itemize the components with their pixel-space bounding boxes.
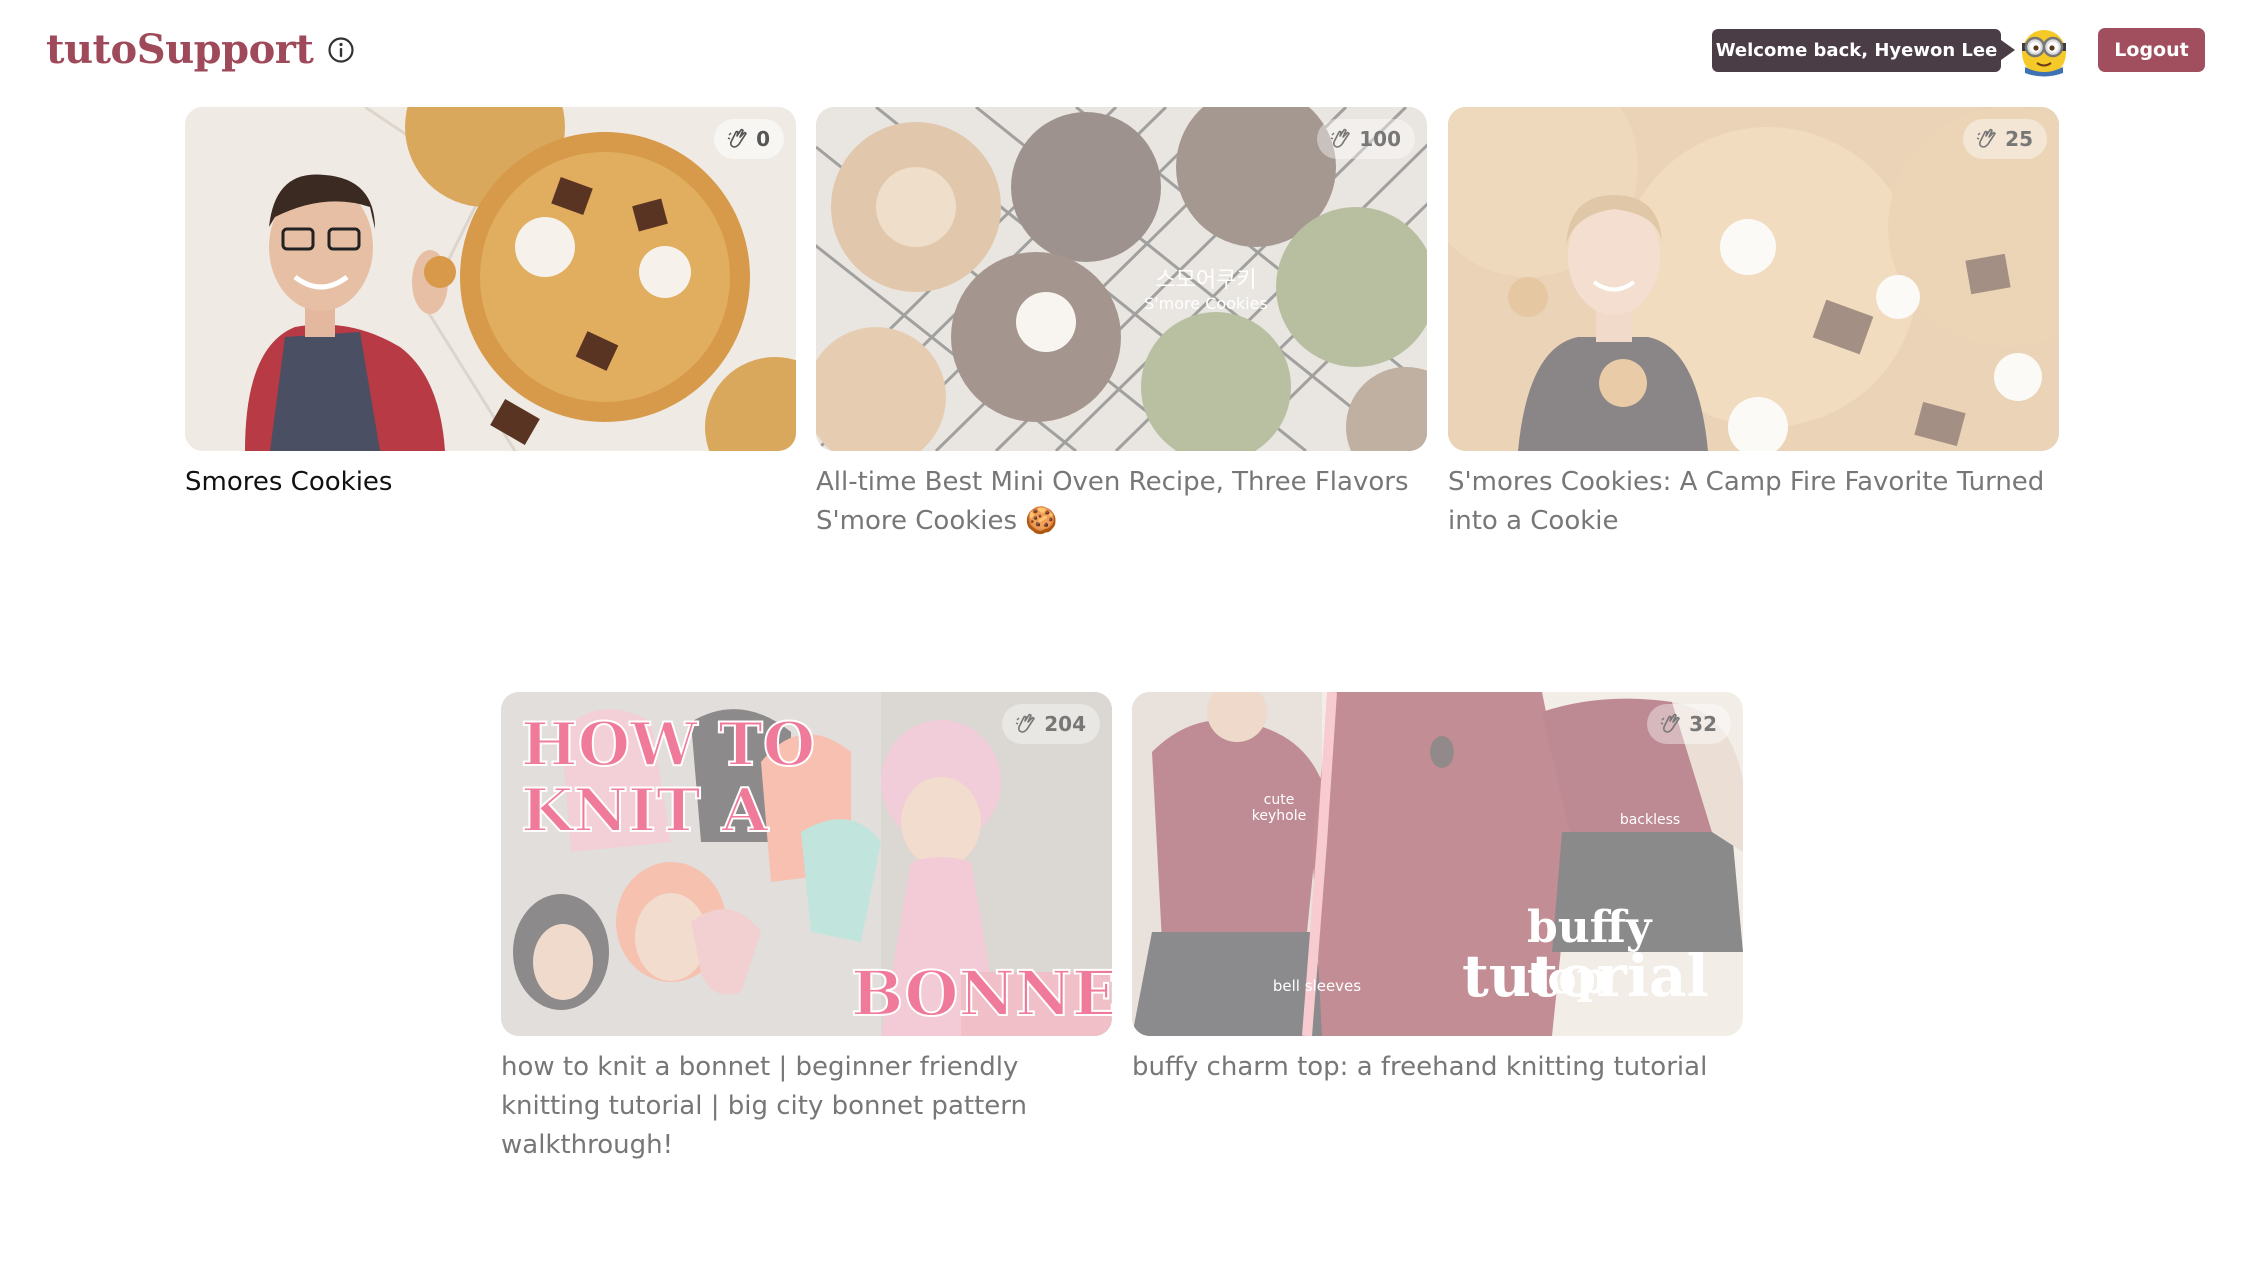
video-title[interactable]: S'mores Cookies: A Camp Fire Favorite Tu… [1448, 463, 2059, 541]
clapping-hands-icon [1976, 128, 1996, 148]
clap-count: 0 [756, 127, 770, 151]
thumbnail-note-2: backless [1619, 812, 1681, 828]
clapping-hands-icon [1015, 713, 1036, 733]
video-thumbnail[interactable]: buffy top tutorial cute keyhole backless… [1132, 692, 1743, 1036]
thumbnail-note-1: cute keyhole [1251, 792, 1307, 824]
clap-count: 204 [1044, 712, 1086, 736]
clap-count-badge: 25 [1963, 119, 2047, 159]
thumbnail-caption-bottom: BONNET! [850, 956, 1112, 1031]
video-thumbnail[interactable]: 0 [185, 107, 796, 451]
logout-button[interactable]: Logout [2098, 28, 2205, 72]
thumbnail-caption-english: S'more Cookies [1144, 294, 1268, 313]
clap-count-badge: 0 [714, 119, 784, 159]
cookie-woman-thumbnail [1448, 107, 2059, 451]
video-card[interactable]: 0 Smores Cookies [185, 107, 796, 502]
video-title[interactable]: how to knit a bonnet | beginner friendly… [501, 1048, 1112, 1165]
info-circle-icon[interactable] [327, 36, 355, 64]
video-thumbnail[interactable]: 25 [1448, 107, 2059, 451]
thumbnail-note-3: bell sleeves [1272, 977, 1362, 995]
clap-count-badge: 100 [1317, 119, 1415, 159]
welcome-message: Welcome back, Hyewon Lee [1712, 29, 2015, 72]
video-card[interactable]: HOW TO KNIT A BONNET! 204 how to knit a … [501, 692, 1112, 1165]
clapping-hands-icon [1330, 128, 1351, 148]
thumbnail-caption: 스모어쿠키 S'more Cookies [1116, 262, 1296, 313]
minion-avatar-icon[interactable] [2017, 23, 2071, 77]
logo-text[interactable]: tutoSupport [46, 26, 314, 73]
video-title[interactable]: All-time Best Mini Oven Recipe, Three Fl… [816, 463, 1427, 541]
video-card[interactable]: 25 S'mores Cookies: A Camp Fire Favorite… [1448, 107, 2059, 541]
thumbnail-caption-top: HOW TO KNIT A [520, 710, 816, 846]
clap-count-badge: 32 [1647, 704, 1731, 744]
cookie-thumbnail [185, 107, 796, 451]
logo[interactable]: tutoSupport [46, 26, 355, 73]
thumbnail-caption-2: tutorial [1462, 942, 1709, 1010]
video-card[interactable]: 스모어쿠키 S'more Cookies 100 All-time Best M… [816, 107, 1427, 541]
page: tutoSupport Welcome back, Hyewon Lee Log… [0, 0, 2244, 1286]
video-title[interactable]: Smores Cookies [185, 463, 796, 502]
clap-count: 32 [1689, 712, 1717, 736]
clap-count-badge: 204 [1002, 704, 1100, 744]
clapping-hands-icon [1660, 713, 1680, 733]
video-thumbnail[interactable]: 스모어쿠키 S'more Cookies 100 [816, 107, 1427, 451]
video-card[interactable]: buffy top tutorial cute keyhole backless… [1132, 692, 1743, 1087]
clap-count: 100 [1359, 127, 1401, 151]
clap-count: 25 [2005, 127, 2033, 151]
video-title[interactable]: buffy charm top: a freehand knitting tut… [1132, 1048, 1743, 1087]
video-thumbnail[interactable]: HOW TO KNIT A BONNET! 204 [501, 692, 1112, 1036]
thumbnail-caption-korean: 스모어쿠키 [1155, 268, 1257, 293]
clapping-hands-icon [727, 128, 747, 148]
